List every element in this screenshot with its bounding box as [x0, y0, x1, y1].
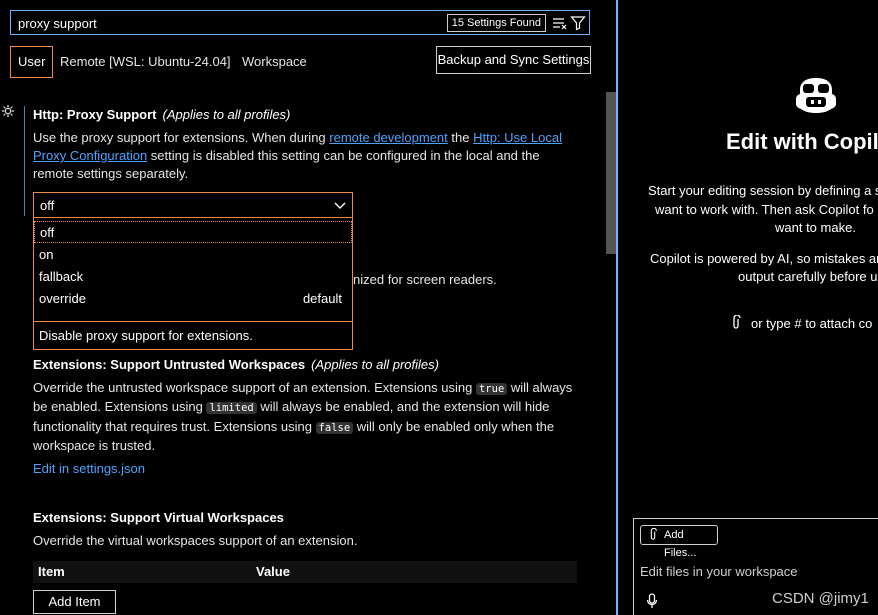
edit-in-settings-json-link[interactable]: Edit in settings.json	[33, 461, 145, 476]
intro-line-1: Start your editing session by defining a…	[648, 183, 878, 198]
option-label: override	[39, 291, 86, 306]
option-fallback[interactable]: fallback	[34, 266, 352, 288]
setting-name: Http: Proxy Support	[33, 107, 157, 122]
filter-icon[interactable]	[570, 15, 586, 31]
desc-text: the	[447, 130, 474, 145]
option-label: fallback	[39, 269, 84, 284]
proxy-support-description: Use the proxy support for extensions. Wh…	[33, 129, 573, 183]
selected-value: off	[40, 198, 55, 213]
backup-sync-button[interactable]: Backup and Sync Settings	[436, 46, 591, 74]
setting-focus-indicator	[24, 106, 25, 216]
virtual-workspaces-title: Extensions: Support Virtual Workspaces	[33, 510, 284, 525]
untrusted-workspaces-title: Extensions: Support Untrusted Workspaces…	[33, 357, 439, 372]
option-on[interactable]: on	[34, 244, 352, 266]
option-off[interactable]: off	[34, 221, 352, 243]
gear-icon[interactable]	[1, 104, 15, 118]
tab-workspace[interactable]: Workspace	[242, 46, 307, 78]
proxy-support-title: Http: Proxy Support (Applies to all profi…	[33, 107, 290, 122]
paperclip-icon	[733, 315, 741, 329]
desc-text: Use the proxy support for extensions. Wh…	[33, 130, 330, 145]
chat-placeholder[interactable]: Edit files in your workspace	[640, 564, 798, 579]
option-description: Disable proxy support for extensions.	[39, 328, 253, 343]
partially-hidden-setting-text: nized for screen readers.	[353, 272, 497, 287]
add-files-label: Add Files...	[664, 529, 697, 559]
proxy-support-dropdown: off on fallback override default Disable …	[33, 218, 353, 350]
chevron-down-icon	[334, 202, 346, 209]
dropdown-separator	[34, 321, 352, 322]
code-limited: limited	[206, 402, 257, 415]
desc-text: Override the untrusted workspace support…	[33, 380, 476, 395]
setting-scope: (Applies to all profiles)	[311, 357, 439, 372]
results-count-badge: 15 Settings Found	[446, 14, 546, 32]
default-tag: default	[302, 291, 342, 306]
virtual-workspaces-description: Override the virtual workspaces support …	[33, 533, 358, 548]
option-label: off	[40, 225, 55, 240]
search-query[interactable]: proxy support	[18, 16, 97, 31]
copilot-title: Edit with Copilo	[726, 129, 878, 154]
column-value: Value	[256, 564, 290, 579]
setting-name: Extensions: Support Untrusted Workspaces	[33, 357, 306, 372]
disclaimer-line-1: Copilot is powered by AI, so mistakes ar	[650, 251, 878, 266]
copilot-edits-panel: Edit with Copilo Start your editing sess…	[618, 0, 878, 615]
clear-filter-list-icon[interactable]	[552, 15, 568, 31]
copilot-icon	[796, 78, 836, 113]
untrusted-workspaces-description: Override the untrusted workspace support…	[33, 379, 573, 455]
add-files-button[interactable]: Add Files...	[640, 525, 718, 559]
item-value-table-header: Item Value	[33, 561, 577, 583]
setting-name: Extensions: Support Virtual Workspaces	[33, 510, 284, 525]
tab-remote[interactable]: Remote [WSL: Ubuntu-24.04]	[60, 46, 231, 78]
microphone-icon[interactable]	[646, 593, 658, 609]
attach-hint: or type # to attach co	[751, 316, 873, 331]
paperclip-icon	[650, 528, 657, 540]
settings-editor: proxy support 15 Settings Found User Rem…	[0, 0, 616, 615]
intro-line-2: want to work with. Then ask Copilot fo	[655, 202, 874, 217]
scrollbar-thumb[interactable]	[606, 92, 616, 254]
watermark: CSDN @jimy1	[772, 590, 869, 607]
option-override[interactable]: override default	[34, 288, 352, 310]
tab-user[interactable]: User	[10, 46, 54, 78]
settings-search-input[interactable]: proxy support 15 Settings Found	[10, 10, 590, 35]
disclaimer-line-2: output carefully before u	[738, 269, 878, 284]
code-true: true	[475, 383, 508, 395]
option-label: on	[39, 247, 54, 262]
add-item-button[interactable]: Add Item	[33, 590, 116, 614]
column-item: Item	[38, 564, 65, 579]
proxy-support-select[interactable]: off	[33, 192, 353, 218]
code-false: false	[315, 421, 354, 434]
setting-scope: (Applies to all profiles)	[162, 107, 291, 122]
remote-development-link[interactable]: remote development	[329, 130, 448, 145]
intro-line-3: want to make.	[775, 220, 856, 235]
